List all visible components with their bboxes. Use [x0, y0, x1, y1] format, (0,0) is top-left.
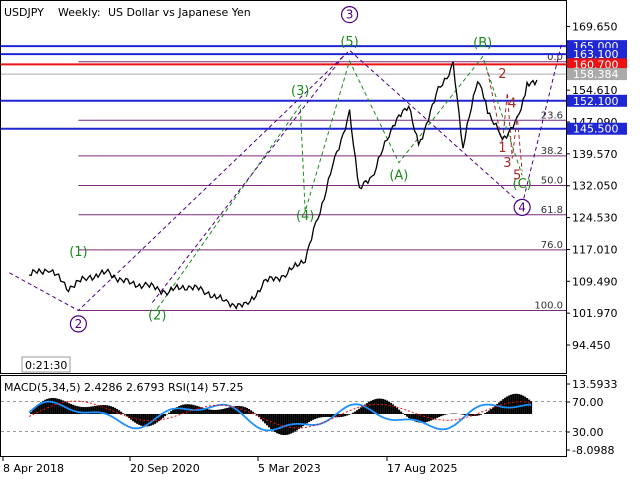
- fib-label: 38.2: [541, 146, 563, 157]
- fib-label: 100.0: [534, 300, 563, 311]
- wave-label-minor: 2: [498, 67, 506, 82]
- indicator-title: MACD(5,34,5) 2.4286 2.6793 RSI(14) 57.25: [4, 381, 243, 394]
- wave-label-major: 3: [346, 8, 354, 22]
- price-tick-label: 101.970: [572, 307, 618, 320]
- price-tick-label: 169.650: [572, 20, 618, 33]
- price-tick-label: 117.010: [572, 243, 618, 256]
- indicator-tick-label: -8.0988: [572, 444, 614, 457]
- wave-label-minor: 5: [513, 169, 521, 184]
- timer-label: 0:21:30: [25, 359, 67, 372]
- time-tick-label: 17 Aug 2025: [387, 462, 457, 475]
- price-tick-label: 139.570: [572, 148, 618, 161]
- wave-label-intermediate: (B): [473, 36, 492, 51]
- time-tick-label: 5 Mar 2023: [258, 462, 321, 475]
- fib-label: 61.8: [541, 205, 563, 216]
- timeframe-label: Weekly:: [58, 6, 101, 19]
- wave-label-minor: 3: [503, 156, 511, 171]
- description-label: US Dollar vs Japanese Yen: [108, 6, 251, 19]
- price-axis: 169.650162.130154.610147.090139.570132.0…: [566, 20, 627, 352]
- wave-label-minor: 1: [498, 141, 506, 156]
- wave-label-minor: 4: [508, 97, 516, 112]
- price-tag-label: 145.500: [573, 123, 619, 136]
- price-tag-label: 152.100: [573, 95, 619, 108]
- indicator-tick-label: 30.00: [572, 426, 604, 439]
- price-panel-frame: [0, 0, 567, 374]
- time-tick-label: 20 Sep 2020: [130, 462, 200, 475]
- symbol-label: USDJPY: [4, 6, 44, 19]
- fib-label: 50.0: [541, 176, 563, 187]
- price-tick-label: 109.490: [572, 275, 618, 288]
- time-tick-label: 8 Apr 2018: [3, 462, 64, 475]
- price-tag-label: 158.384: [573, 68, 619, 81]
- wave-label-major: 2: [75, 317, 83, 331]
- wave-label-intermediate: (A): [389, 169, 408, 184]
- chart-canvas: USDJPY Weekly: US Dollar vs Japanese Yen…: [0, 0, 627, 475]
- wave-label-intermediate: (5): [340, 35, 358, 50]
- price-tick-label: 94.450: [572, 339, 611, 352]
- fib-label: 76.0: [541, 240, 563, 251]
- price-tick-label: 132.050: [572, 180, 618, 193]
- wave-label-intermediate: (1): [69, 245, 87, 260]
- indicator-tick-label: 70.00: [572, 396, 604, 409]
- price-tick-label: 124.530: [572, 212, 618, 225]
- wave-label-intermediate: (3): [291, 84, 309, 99]
- wave-label-major: 4: [518, 200, 526, 214]
- indicator-tick-label: 13.5933: [572, 378, 618, 391]
- wave-label-intermediate: (4): [296, 209, 314, 224]
- time-axis: 8 Apr 2018 20 Sep 2020 5 Mar 2023 17 Aug 20…: [2, 457, 457, 475]
- wave-label-intermediate: (2): [148, 308, 166, 323]
